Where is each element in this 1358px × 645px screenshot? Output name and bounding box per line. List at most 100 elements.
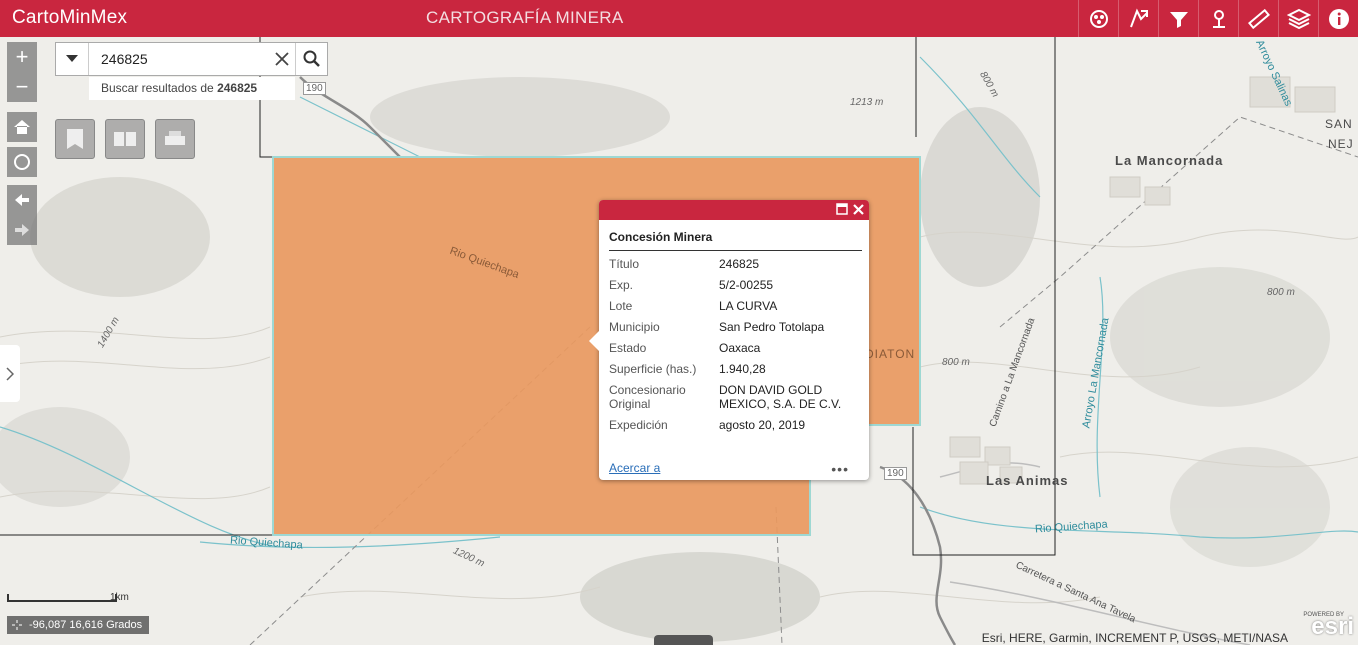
popup-header bbox=[599, 200, 869, 220]
place-label: DIATON bbox=[865, 347, 916, 361]
attribute-row: Municipio San Pedro Totolapa bbox=[609, 318, 859, 339]
place-label: La Mancornada bbox=[1115, 153, 1224, 168]
attribute-row: Exp. 5/2-00255 bbox=[609, 276, 859, 297]
attribute-row: Estado Oaxaca bbox=[609, 339, 859, 360]
location-icon bbox=[1212, 9, 1225, 28]
clear-search-button[interactable] bbox=[269, 43, 295, 75]
legend-button[interactable] bbox=[1078, 0, 1118, 37]
filter-button[interactable] bbox=[1158, 0, 1198, 37]
plus-icon: + bbox=[15, 44, 29, 69]
attribute-value: agosto 20, 2019 bbox=[719, 418, 806, 432]
esri-logo: esri bbox=[1311, 613, 1354, 640]
home-button[interactable] bbox=[7, 112, 37, 142]
print-icon bbox=[165, 131, 185, 145]
attribute-value: 1.940,28 bbox=[719, 362, 766, 376]
search-input[interactable]: 246825 bbox=[89, 43, 269, 75]
popup-title: Concesión Minera bbox=[609, 230, 862, 251]
attribute-value: Oaxaca bbox=[719, 341, 761, 355]
suggestion-term: 246825 bbox=[217, 81, 258, 95]
bookmark-button[interactable] bbox=[55, 119, 95, 159]
swipe-button[interactable] bbox=[105, 119, 145, 159]
search-suggestion[interactable]: Buscar resultados de 246825 bbox=[89, 77, 295, 100]
split-view-icon bbox=[114, 132, 136, 146]
coordinate-display[interactable]: -96,087 16,616 Grados bbox=[7, 616, 149, 634]
bookmark-add-icon bbox=[67, 129, 83, 149]
elevation-label: 800 m bbox=[1267, 287, 1295, 298]
legend-icon bbox=[1089, 9, 1108, 28]
print-button[interactable] bbox=[155, 119, 195, 159]
search-icon bbox=[303, 50, 320, 67]
attribute-row: Título 246825 bbox=[609, 255, 859, 276]
elevation-label: 800 m bbox=[942, 357, 970, 368]
popup-attributes: Título 246825 Exp. 5/2-00255 Lote LA CURVA … bbox=[609, 255, 859, 437]
attribute-row: Concesionario Original DON DAVID GOLD MEX… bbox=[609, 381, 859, 416]
filter-icon bbox=[1169, 11, 1188, 28]
locate-button[interactable] bbox=[7, 147, 37, 177]
attribute-value: LA CURVA bbox=[719, 299, 778, 313]
map-view[interactable]: La Mancornada Las Animas Rio Quiechapa R… bbox=[0, 37, 1358, 645]
attribute-key: Estado bbox=[609, 341, 647, 355]
zoom-to-link[interactable]: Acercar a bbox=[609, 461, 660, 475]
attribute-key: Exp. bbox=[609, 278, 634, 292]
zoom-in-button[interactable]: + bbox=[7, 42, 37, 72]
arrow-right-icon bbox=[15, 224, 29, 236]
scale-bar bbox=[7, 594, 117, 602]
place-label: NEJ bbox=[1328, 137, 1354, 151]
info-button[interactable] bbox=[1318, 0, 1358, 37]
crosshair-icon bbox=[12, 620, 22, 630]
close-icon[interactable] bbox=[851, 202, 866, 217]
attribution: Esri, HERE, Garmin, INCREMENT P, USGS, M… bbox=[981, 631, 1288, 645]
attribute-key: Título bbox=[609, 257, 640, 271]
coordinate-text: -96,087 16,616 Grados bbox=[29, 619, 143, 631]
attribute-value: San Pedro Totolapa bbox=[719, 320, 825, 334]
location-button[interactable] bbox=[1198, 0, 1238, 37]
layers-icon bbox=[1286, 8, 1311, 29]
search-widget: 246825 bbox=[55, 42, 328, 76]
locate-icon bbox=[14, 154, 30, 170]
maximize-icon[interactable] bbox=[836, 203, 848, 215]
measure-button[interactable] bbox=[1238, 0, 1278, 37]
popup-pointer bbox=[589, 331, 599, 351]
next-extent-button[interactable] bbox=[7, 215, 37, 245]
feature-popup: Concesión Minera Título 246825 Exp. 5/2-00… bbox=[589, 200, 869, 480]
elevation-label: 1213 m bbox=[850, 97, 884, 108]
layers-button[interactable] bbox=[1278, 0, 1318, 37]
attribute-row: Lote LA CURVA bbox=[609, 297, 859, 318]
chevron-right-icon bbox=[6, 366, 14, 381]
side-panel-toggle[interactable] bbox=[0, 345, 20, 402]
minus-icon: − bbox=[15, 74, 29, 99]
attribute-key: Municipio bbox=[609, 320, 660, 334]
app-subtitle: CARTOGRAFÍA MINERA bbox=[426, 8, 624, 27]
more-actions-button[interactable]: ••• bbox=[831, 461, 849, 477]
attribute-key: Concesionario Original bbox=[609, 383, 686, 411]
suggestion-prefix: Buscar resultados de bbox=[101, 81, 218, 95]
app-header: CartoMinMex CARTOGRAFÍA MINERA bbox=[0, 0, 1358, 37]
road-shield: 190 bbox=[303, 82, 326, 95]
road-shield: 190 bbox=[884, 467, 907, 480]
attribute-value: 246825 bbox=[719, 257, 760, 271]
toolbar bbox=[1078, 0, 1358, 37]
measure-icon bbox=[1247, 8, 1270, 29]
app-title: CartoMinMex bbox=[12, 7, 128, 28]
zoom-out-button[interactable]: − bbox=[7, 72, 37, 102]
previous-extent-button[interactable] bbox=[7, 185, 37, 215]
arrow-left-icon bbox=[15, 194, 29, 206]
attribute-row: Expedición agosto 20, 2019 bbox=[609, 416, 859, 437]
search-button[interactable] bbox=[295, 43, 327, 75]
attribute-value: 5/2-00255 bbox=[719, 278, 774, 292]
attribute-row: Superficie (has.) 1.940,28 bbox=[609, 360, 859, 381]
close-icon bbox=[275, 52, 289, 66]
search-source-dropdown[interactable] bbox=[56, 43, 89, 75]
info-icon bbox=[1328, 8, 1349, 29]
attribute-key: Expedición bbox=[609, 418, 668, 432]
home-icon bbox=[14, 120, 30, 134]
concession-button[interactable] bbox=[1118, 0, 1158, 37]
attribute-value: DON DAVID GOLD MEXICO, S.A. DE C.V. bbox=[719, 383, 842, 411]
bottom-panel-toggle[interactable] bbox=[654, 635, 713, 645]
caret-down-icon bbox=[66, 55, 78, 62]
place-label: Las Animas bbox=[986, 473, 1069, 488]
attribute-key: Superficie (has.) bbox=[609, 362, 697, 376]
concession-icon bbox=[1129, 8, 1148, 27]
place-label: SAN bbox=[1325, 117, 1353, 131]
attribute-key: Lote bbox=[609, 299, 633, 313]
